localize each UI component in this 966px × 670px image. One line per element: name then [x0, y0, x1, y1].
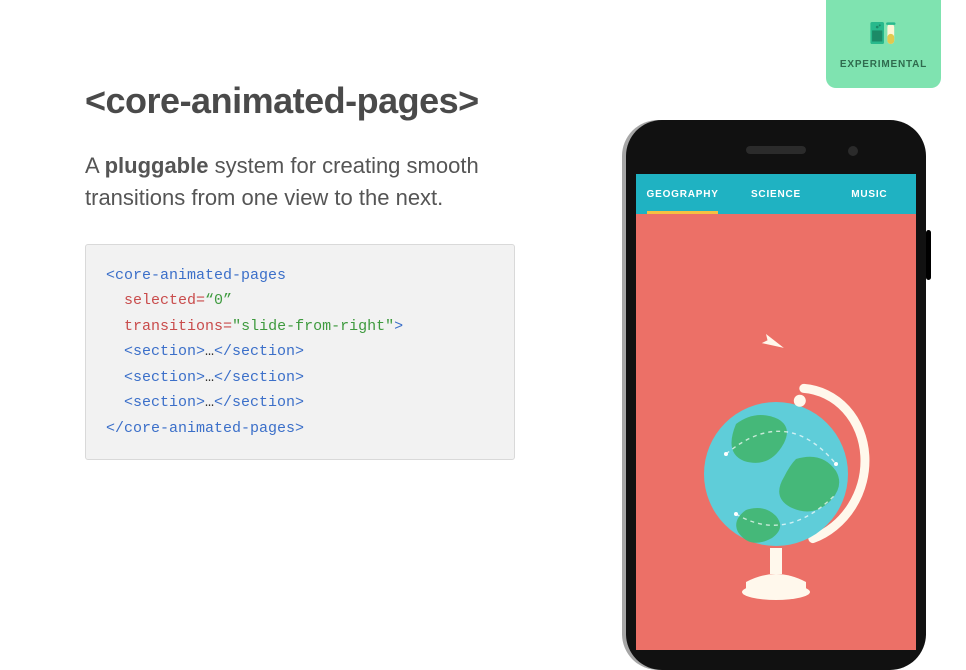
lab-icon [867, 18, 901, 53]
slide-title: <core-animated-pages> [85, 80, 545, 122]
phone-screen: GEOGRAPHY SCIENCE MUSIC [636, 174, 916, 650]
tab-geography[interactable]: GEOGRAPHY [636, 174, 729, 214]
phone-camera-dot [848, 146, 858, 156]
experimental-badge: EXPERIMENTAL [826, 0, 941, 88]
slide-subtitle: A pluggable system for creating smooth t… [85, 150, 515, 214]
globe-illustration [676, 324, 876, 644]
badge-label: EXPERIMENTAL [840, 59, 927, 70]
code-attr-transitions: transitions [124, 318, 223, 335]
code-attr-selected: selected [124, 292, 196, 309]
phone-mockup: GEOGRAPHY SCIENCE MUSIC [626, 120, 926, 670]
slide-text-column: <core-animated-pages> A pluggable system… [85, 80, 545, 460]
code-example: <core-animated-pages selected=“0” transi… [85, 244, 515, 461]
code-open-tag: <core-animated-pages [106, 267, 286, 284]
tab-science[interactable]: SCIENCE [729, 174, 822, 214]
subtitle-pre: A [85, 153, 105, 178]
phone-earpiece [746, 146, 806, 154]
subtitle-bold: pluggable [105, 153, 209, 178]
code-close-tag: </core-animated-pages> [106, 420, 304, 437]
code-val-selected: “0” [205, 292, 232, 309]
airplane-icon [762, 334, 786, 352]
tab-music[interactable]: MUSIC [823, 174, 916, 214]
code-val-transitions: "slide-from-right" [232, 318, 394, 335]
tab-bar: GEOGRAPHY SCIENCE MUSIC [636, 174, 916, 214]
